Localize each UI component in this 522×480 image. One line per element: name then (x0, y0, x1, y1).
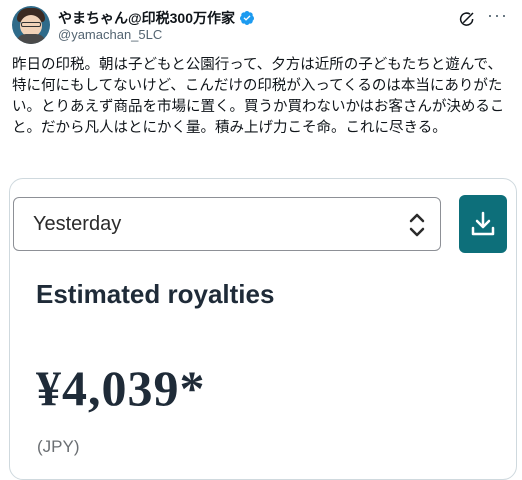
download-button[interactable] (459, 195, 507, 253)
date-range-select[interactable]: Yesterday (13, 197, 441, 251)
verified-badge-icon (240, 11, 255, 25)
more-icon[interactable]: ··· (487, 6, 508, 24)
download-icon (471, 211, 495, 236)
tweet-text: 昨日の印税。朝は子どもと公園行って、夕方は近所の子どもたちと遊んで、特に何にもし… (12, 57, 505, 136)
currency-label: (JPY) (37, 437, 80, 456)
tweet-header: やまちゃん@印税300万作家 @yamachan_5LC ··· (12, 6, 510, 46)
royalty-amount: ¥4,039* (36, 360, 206, 416)
date-range-value: Yesterday (33, 213, 122, 235)
royalty-screenshot[interactable]: Yesterday Estimated royalties ¥4,039* (J… (9, 178, 517, 480)
avatar[interactable] (12, 6, 50, 44)
chevron-updown-icon (409, 213, 425, 237)
royalties-title: Estimated royalties (36, 279, 275, 309)
author-row: やまちゃん@印税300万作家 (58, 8, 255, 28)
grok-icon[interactable] (458, 10, 476, 28)
handle[interactable]: @yamachan_5LC (58, 27, 162, 42)
display-name[interactable]: やまちゃん@印税300万作家 (58, 8, 235, 28)
